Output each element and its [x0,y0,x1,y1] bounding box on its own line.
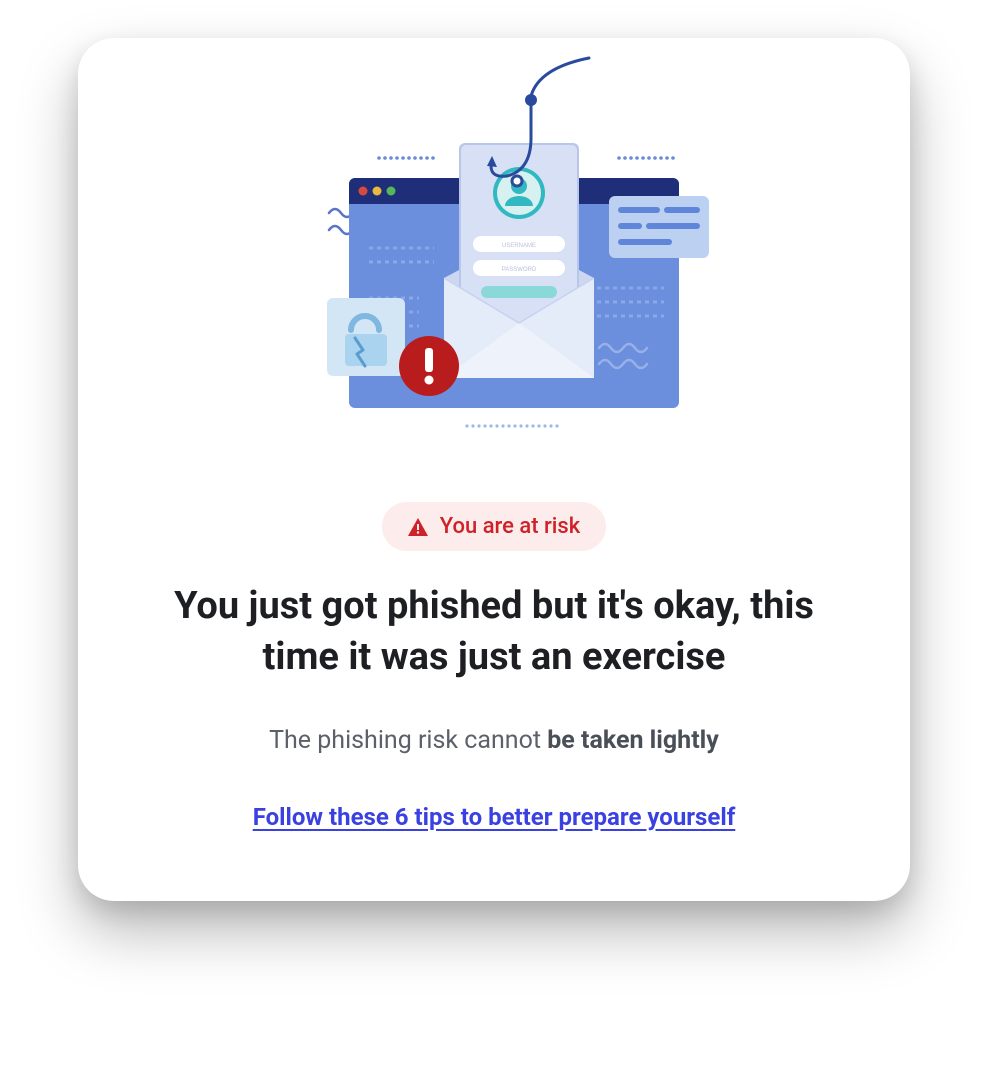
risk-badge: You are at risk [382,502,606,551]
svg-text:USERNAME: USERNAME [502,243,536,249]
svg-text:PASSWORD: PASSWORD [502,267,537,273]
lock-card-graphic [327,298,405,376]
warning-triangle-icon [408,518,428,536]
tips-link[interactable]: Follow these 6 tips to better prepare yo… [253,803,736,831]
alert-badge-graphic [399,336,459,396]
risk-badge-label: You are at risk [440,514,580,539]
subtext-bold: be taken lightly [547,726,719,755]
phishing-result-card: USERNAME PASSWORD [78,38,910,901]
result-headline: You just got phished but it's okay, this… [174,581,814,684]
subtext-prefix: The phishing risk cannot [269,726,547,755]
phishing-illustration: USERNAME PASSWORD [259,38,729,458]
data-card-graphic [609,196,709,258]
result-subtext: The phishing risk cannot be taken lightl… [269,726,719,755]
